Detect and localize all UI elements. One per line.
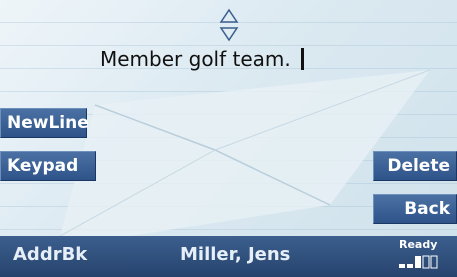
status-text: Ready	[399, 238, 438, 251]
signal-bar	[399, 264, 405, 268]
text-cursor	[300, 48, 304, 70]
back-button[interactable]: Back	[373, 194, 457, 224]
contact-name: Miller, Jens	[180, 244, 291, 265]
keypad-button[interactable]: Keypad	[0, 151, 96, 181]
navigation-phone-screen: Member golf team. NewLine Keypad Delete …	[0, 0, 457, 277]
back-label: Back	[404, 199, 450, 219]
newline-button[interactable]: NewLine	[0, 108, 89, 138]
status-bar: AddrBk Miller, Jens Ready	[0, 236, 457, 277]
newline-label: NewLine	[7, 113, 89, 133]
delete-label: Delete	[387, 156, 450, 176]
message-text-field[interactable]: Member golf team.	[100, 44, 304, 74]
delete-button[interactable]: Delete	[373, 151, 457, 181]
signal-bar	[430, 255, 438, 269]
signal-strength-icon	[399, 255, 438, 269]
message-text: Member golf team.	[100, 47, 291, 71]
signal-bar	[422, 255, 430, 269]
keypad-label: Keypad	[7, 156, 79, 176]
signal-bar	[415, 256, 421, 268]
signal-bar	[407, 264, 413, 268]
address-book-button[interactable]: AddrBk	[13, 244, 87, 265]
scroll-up-down-icon[interactable]	[219, 8, 239, 42]
